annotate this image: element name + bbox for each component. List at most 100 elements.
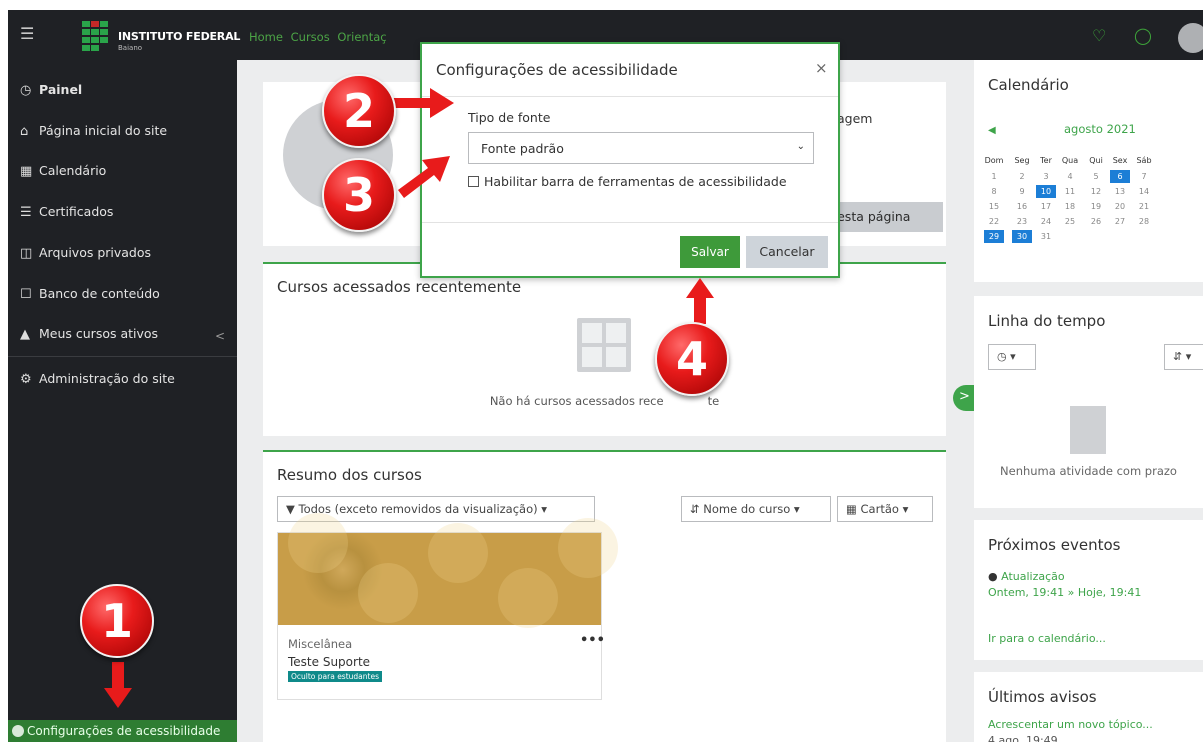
timeline-placeholder-icon [1070, 406, 1106, 454]
calendar-day[interactable]: 31 [1036, 230, 1056, 243]
caret-down-icon: ▾ [790, 502, 800, 516]
modal-divider [422, 222, 838, 223]
calendar-day[interactable]: 8 [984, 185, 1004, 198]
recent-courses-empty: Não há cursos acessados rece te [263, 394, 946, 408]
calendar-day[interactable]: 1 [984, 170, 1004, 183]
latest-news-block: Últimos avisos Acrescentar um novo tópic… [974, 672, 1203, 742]
sidebar-item-content-bank[interactable]: ☐ Banco de conteúdo [20, 286, 160, 302]
view-dropdown[interactable]: ▦ Cartão ▾ [837, 496, 933, 522]
event-link[interactable]: ● Atualização [988, 570, 1065, 583]
bell-icon[interactable]: ♡ [1092, 26, 1106, 45]
recent-courses-card: Cursos acessados recentemente Não há cur… [263, 262, 946, 436]
sidebar-item-label: Painel [39, 82, 83, 97]
calendar-day[interactable]: 29 [984, 230, 1004, 243]
calendar-day[interactable]: 14 [1134, 185, 1154, 198]
step-marker-1: 1 [80, 584, 154, 658]
timeline-block: Linha do tempo ◷ ▾ ⇵ ▾ Nenhuma atividade… [974, 296, 1203, 508]
sidebar-item-certificates[interactable]: ☰ Certificados [20, 204, 113, 220]
calendar-day[interactable]: 18 [1060, 200, 1080, 213]
browser-frame: ☰ INSTITUTO FEDERAL Baiano Home Cursos O… [8, 10, 1203, 742]
course-overview-title: Resumo dos cursos [277, 466, 422, 484]
arrow-down-icon [104, 662, 132, 708]
calendar-day[interactable]: 13 [1110, 185, 1130, 198]
prev-month-icon[interactable]: ◀ [988, 125, 996, 136]
calendar-day[interactable]: 5 [1086, 170, 1106, 183]
calendar-day[interactable]: 24 [1036, 215, 1056, 228]
calendar-day[interactable]: 10 [1036, 185, 1056, 198]
font-type-select[interactable]: Fonte padrão ⌄ [468, 132, 814, 164]
nav-home[interactable]: Home [249, 30, 283, 44]
top-nav: Home Cursos Orientaç [249, 30, 391, 44]
sidebar-item-private-files[interactable]: ◫ Arquivos privados [20, 245, 151, 261]
cancel-button[interactable]: Cancelar [746, 236, 828, 268]
calendar-day[interactable]: 23 [1012, 215, 1032, 228]
sidebar-item-active-courses[interactable]: ▲ Meus cursos ativos [20, 326, 158, 342]
event-start[interactable]: Ontem, 19:41 [988, 586, 1064, 599]
nav-cursos[interactable]: Cursos [291, 30, 330, 44]
user-avatar[interactable] [1178, 23, 1203, 53]
sort-icon: ⇵ [690, 502, 704, 516]
step-marker-3: 3 [322, 158, 396, 232]
calendar-day[interactable]: 7 [1134, 170, 1154, 183]
customize-page-button[interactable]: r esta página [823, 202, 943, 232]
courses-placeholder-icon [577, 318, 631, 372]
calendar-day[interactable]: 6 [1110, 170, 1130, 183]
calendar-day[interactable]: 17 [1036, 200, 1056, 213]
calendar-block: Calendário ◀ agosto 2021 Dom Seg Ter Qua Qui… [974, 60, 1203, 282]
menu-icon[interactable]: ☰ [20, 26, 34, 42]
nav-orientacoes[interactable]: Orientaç [337, 30, 386, 44]
step-marker-2: 2 [322, 74, 396, 148]
sidebar-item-painel[interactable]: ◷ Painel [20, 82, 82, 98]
more-options-icon[interactable]: ••• [580, 633, 605, 648]
calendar-day[interactable]: 21 [1134, 200, 1154, 213]
calendar-day[interactable]: 26 [1086, 215, 1106, 228]
drawer-toggle-button[interactable]: > [953, 385, 975, 411]
calendar-day[interactable]: 27 [1110, 215, 1130, 228]
sidebar-item-calendar[interactable]: ▦ Calendário [20, 163, 106, 179]
calendar-day[interactable]: 19 [1086, 200, 1106, 213]
timeline-filter-button[interactable]: ◷ ▾ [988, 344, 1036, 370]
calendar-day[interactable]: 2 [1012, 170, 1032, 183]
calendar-day[interactable]: 16 [1012, 200, 1032, 213]
timeline-sort-button[interactable]: ⇵ ▾ [1164, 344, 1203, 370]
sidebar-divider [8, 356, 237, 357]
dashboard-icon: ◷ [20, 83, 32, 98]
calendar-month[interactable]: agosto 2021 [1064, 122, 1136, 136]
calendar-title: Calendário [988, 76, 1069, 94]
calendar-day[interactable]: 20 [1110, 200, 1130, 213]
calendar-day[interactable]: 30 [1012, 230, 1032, 243]
modal-divider [422, 96, 838, 97]
close-icon[interactable]: × [815, 59, 828, 77]
calendar-day[interactable]: 3 [1036, 170, 1056, 183]
calendar-day[interactable]: 9 [1012, 185, 1032, 198]
save-button[interactable]: Salvar [680, 236, 740, 268]
sidebar-item-home[interactable]: ⌂ Página inicial do site [20, 123, 167, 139]
event-time: Ontem, 19:41 » Hoje, 19:41 [988, 586, 1142, 599]
toolbar-checkbox[interactable] [468, 176, 479, 187]
toolbar-checkbox-label[interactable]: Habilitar barra de ferramentas de acessi… [484, 174, 787, 189]
calendar-day[interactable]: 28 [1134, 215, 1154, 228]
event-end[interactable]: Hoje, 19:41 [1078, 586, 1142, 599]
add-topic-link[interactable]: Acrescentar um novo tópico... [988, 718, 1153, 731]
sidebar-item-label: Administração do site [39, 371, 175, 386]
course-name-link[interactable]: Teste Suporte [288, 655, 370, 669]
calendar-weekday: Dom [984, 156, 1004, 165]
calendar-day[interactable]: 4 [1060, 170, 1080, 183]
files-icon: ◫ [20, 246, 33, 261]
sidebar-item-label: Arquivos privados [39, 245, 152, 260]
course-image [278, 513, 618, 628]
chat-icon[interactable]: ◯ [1134, 26, 1152, 45]
calendar-day[interactable]: 12 [1086, 185, 1106, 198]
calendar-day[interactable]: 25 [1060, 215, 1080, 228]
accessibility-modal: Configurações de acessibilidade × Tipo d… [420, 42, 840, 278]
sidebar-item-site-admin[interactable]: ⚙ Administração do site [20, 371, 175, 387]
accessibility-settings-button[interactable]: Configurações de acessibilidade [8, 720, 237, 742]
course-card[interactable]: Miscelânea ••• Teste Suporte Oculto para… [277, 513, 618, 700]
calendar-day[interactable]: 15 [984, 200, 1004, 213]
certificate-icon: ☰ [20, 205, 32, 220]
calendar-day[interactable]: 22 [984, 215, 1004, 228]
go-to-calendar-link[interactable]: Ir para o calendário... [988, 632, 1106, 645]
sort-dropdown[interactable]: ⇵ Nome do curso ▾ [681, 496, 831, 522]
calendar-day[interactable]: 11 [1060, 185, 1080, 198]
chevron-left-icon[interactable]: < [215, 329, 225, 343]
